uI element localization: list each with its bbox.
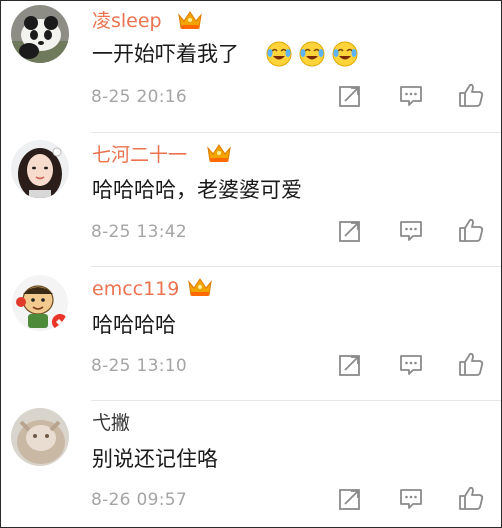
vip-crown-icon (207, 144, 231, 162)
username[interactable]: emcc119 (92, 278, 179, 300)
timestamp: 8-25 20:16 (91, 87, 187, 107)
laugh-cry-icon (266, 41, 292, 67)
vip-crown-icon (188, 278, 212, 296)
avatar[interactable] (11, 274, 69, 332)
like-icon[interactable] (458, 351, 484, 377)
comment-text: 哈哈哈哈，老婆婆可爱 (92, 178, 302, 202)
like-icon[interactable] (458, 485, 484, 511)
timestamp: 8-25 13:42 (91, 222, 187, 242)
laugh-cry-icon (332, 41, 358, 67)
avatar[interactable] (11, 140, 69, 198)
share-icon[interactable] (337, 352, 363, 378)
avatar[interactable] (11, 5, 69, 63)
comment-text: 一开始吓着我了 (92, 42, 239, 66)
comment-icon[interactable] (398, 83, 424, 109)
like-icon[interactable] (458, 217, 484, 243)
avatar[interactable] (11, 408, 69, 466)
timestamp: 8-26 09:57 (91, 490, 187, 510)
comment-item: 弋撇 别说还记住咯 8-26 09:57 (1, 401, 501, 527)
share-icon[interactable] (337, 83, 363, 109)
timestamp: 8-25 13:10 (91, 356, 187, 376)
vip-crown-icon (178, 11, 202, 29)
username[interactable]: 弋撇 (92, 412, 130, 434)
comment-icon[interactable] (398, 352, 424, 378)
comment-list: 凌sleep 一开始吓着我了 8-25 20:16 七河二十一 哈哈哈哈，老婆婆… (0, 0, 502, 528)
share-icon[interactable] (337, 218, 363, 244)
comment-icon[interactable] (398, 218, 424, 244)
username[interactable]: 凌sleep (92, 10, 162, 32)
username[interactable]: 七河二十一 (92, 144, 187, 166)
laugh-cry-icon (299, 41, 325, 67)
comment-item: 凌sleep 一开始吓着我了 8-25 20:16 (1, 1, 501, 133)
comment-item: 七河二十一 哈哈哈哈，老婆婆可爱 8-25 13:42 (1, 133, 501, 267)
comment-item: emcc119 哈哈哈哈 8-25 13:10 (1, 267, 501, 401)
share-icon[interactable] (337, 486, 363, 512)
like-icon[interactable] (458, 82, 484, 108)
comment-icon[interactable] (398, 486, 424, 512)
comment-text: 哈哈哈哈 (92, 313, 176, 337)
comment-text: 别说还记住咯 (92, 447, 218, 471)
